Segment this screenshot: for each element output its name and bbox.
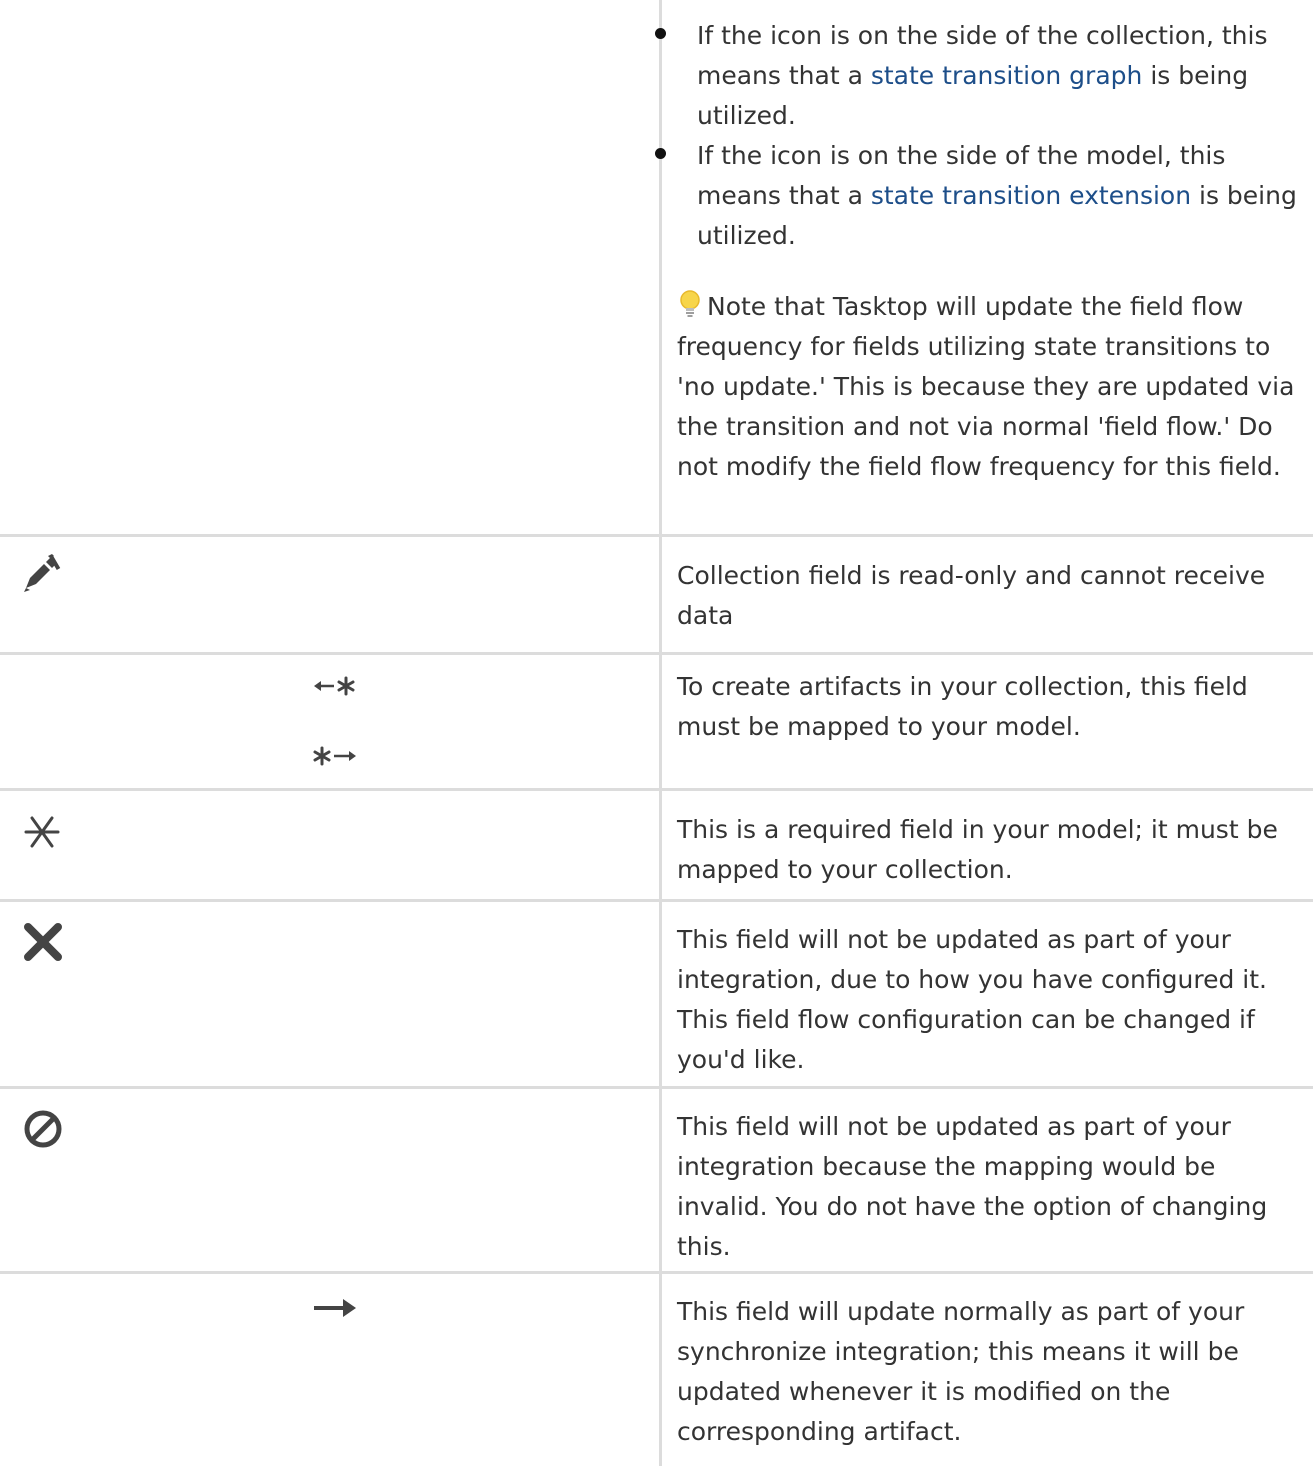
row-divider <box>0 1271 1313 1274</box>
asterisk-icon <box>24 816 60 848</box>
row-divider <box>0 899 1313 902</box>
row-divider <box>0 788 1313 791</box>
row-description: To create artifacts in your collection, … <box>677 672 1248 741</box>
pencil-slash-icon <box>24 554 61 592</box>
row-divider <box>0 534 1313 537</box>
lightbulb-icon <box>680 290 700 317</box>
row-divider <box>0 652 1313 655</box>
row-description: Collection field is read-only and cannot… <box>677 561 1266 630</box>
state-transition-extension-link[interactable]: state transition extension <box>871 181 1191 210</box>
list-item: If the icon is on the side of the model,… <box>650 136 1300 256</box>
bullet-icon <box>655 148 666 159</box>
x-icon <box>24 923 62 961</box>
bullet-icon <box>655 28 666 39</box>
row-description: This field will update normally as part … <box>677 1297 1245 1446</box>
arrow-left-asterisk-icon <box>314 676 355 696</box>
row-description: This field will not be updated as part o… <box>677 925 1267 1074</box>
icon-legend-table: If the icon is on the side of the collec… <box>0 0 1313 1466</box>
arrow-right-icon <box>314 1299 356 1317</box>
note-block: Note that Tasktop will update the field … <box>677 287 1301 487</box>
state-transition-bullets: If the icon is on the side of the collec… <box>650 16 1300 256</box>
row-description: This is a required field in your model; … <box>677 815 1278 884</box>
state-transition-graph-link[interactable]: state transition graph <box>871 61 1143 90</box>
note-text: Note that Tasktop will update the field … <box>677 292 1295 481</box>
asterisk-arrow-right-icon <box>313 746 356 766</box>
row-description: This field will not be updated as part o… <box>677 1112 1268 1261</box>
prohibited-icon <box>24 1110 62 1148</box>
list-item: If the icon is on the side of the collec… <box>650 16 1300 136</box>
row-divider <box>0 1086 1313 1089</box>
